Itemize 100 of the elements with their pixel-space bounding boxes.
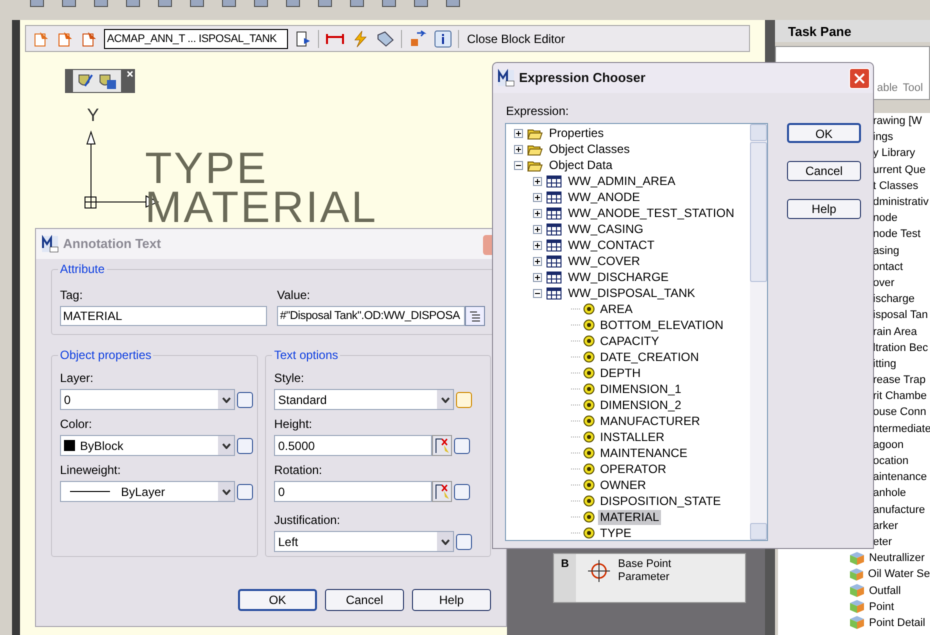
text-field[interactable]: 0 [274, 481, 432, 502]
dropdown[interactable]: ByBlock [60, 435, 235, 456]
caret-icon[interactable] [218, 436, 234, 455]
tree-item[interactable]: Point Detail [869, 616, 926, 630]
scroll-thumb[interactable] [750, 142, 767, 282]
palette-tab[interactable]: B [561, 556, 569, 572]
close-block-editor-button[interactable]: Close Block Editor [465, 30, 568, 48]
expander-icon[interactable] [533, 192, 542, 202]
dropdown[interactable]: Standard [274, 389, 454, 410]
tree-item[interactable]: DISPOSITION_STATE [598, 494, 723, 508]
expander-icon[interactable] [533, 224, 542, 234]
expander-icon[interactable] [533, 240, 542, 250]
close-button[interactable] [849, 68, 870, 89]
toolbar-button[interactable] [62, 0, 76, 7]
dialog-button[interactable]: OK [238, 589, 318, 611]
tree-item[interactable]: anhole [873, 486, 906, 500]
edit-block-icon[interactable] [32, 30, 50, 48]
tree-item[interactable]: isposal Tan [873, 308, 928, 322]
toolbar-button[interactable] [222, 0, 236, 7]
tree-item[interactable]: TYPE [598, 526, 634, 540]
edit-block-icon[interactable] [80, 30, 98, 48]
expander-icon[interactable] [533, 256, 542, 266]
caret-icon[interactable] [437, 532, 454, 551]
toolbar-button[interactable] [254, 0, 268, 7]
tree-item[interactable]: dministrativ [873, 195, 929, 210]
toolbar-button[interactable] [30, 0, 44, 7]
tree-item[interactable]: DIMENSION_2 [598, 398, 684, 412]
tree-item[interactable]: urrent Que [873, 162, 926, 177]
tree-item[interactable]: WW_DISCHARGE [566, 270, 671, 284]
ellipsis-button[interactable] [237, 392, 253, 408]
toolbar-button[interactable] [126, 0, 140, 7]
dropdown[interactable]: ByLayer [60, 481, 235, 502]
tree-item[interactable]: DEPTH [598, 366, 643, 380]
toolbar-button[interactable] [318, 0, 332, 7]
tree-item[interactable]: Neutrallizer [869, 551, 925, 566]
caret-icon[interactable] [218, 390, 234, 409]
ellipsis-button[interactable] [454, 438, 470, 454]
ellipsis-button[interactable] [237, 438, 253, 454]
dialog-button[interactable]: Help [412, 589, 491, 611]
value-field[interactable]: #"Disposal Tank".OD:WW_DISPOSA [277, 306, 465, 326]
dialog-button[interactable]: OK [787, 123, 861, 143]
tree-item[interactable]: agoon [873, 438, 904, 452]
dialog-button[interactable]: Help [787, 199, 861, 219]
toolbar-button[interactable] [350, 0, 364, 7]
tree-item[interactable]: Object Classes [547, 142, 632, 156]
toolbar-tab[interactable]: able [877, 80, 898, 96]
toolbar-button[interactable] [158, 0, 172, 7]
expander-icon[interactable] [533, 208, 542, 218]
block-name-field[interactable]: ACMAP_ANN_T ... ISPOSAL_TANK [104, 28, 288, 48]
dropdown[interactable]: Left [274, 531, 454, 552]
tree-item[interactable]: CAPACITY [598, 334, 662, 348]
expander-icon[interactable] [533, 176, 542, 186]
tree-item[interactable]: AREA [598, 302, 635, 316]
tree-item[interactable]: aintenance [873, 470, 927, 484]
dialog-button[interactable]: Cancel [787, 161, 861, 181]
text-field[interactable]: 0.5000 [274, 435, 432, 456]
expander-icon[interactable] [514, 128, 523, 138]
tree-item[interactable]: Outfall [869, 584, 901, 598]
tree-item[interactable]: ouse Conn [873, 405, 926, 420]
tree-item[interactable]: ltration Bec [873, 340, 928, 355]
expander-icon[interactable] [533, 272, 542, 282]
tag-field[interactable]: MATERIAL [60, 306, 267, 326]
dropdown[interactable]: 0 [60, 389, 235, 410]
expander-icon[interactable] [533, 288, 542, 298]
tree-item[interactable]: BOTTOM_ELEVATION [598, 318, 726, 332]
caret-icon[interactable] [437, 390, 454, 409]
toolbar-button[interactable] [94, 0, 108, 7]
tree-item[interactable]: WW_ANODE_TEST_STATION [566, 206, 736, 220]
tree-item[interactable]: Object Data [547, 158, 614, 172]
tree-item[interactable]: OWNER [598, 478, 648, 492]
tree-item[interactable]: WW_CONTACT [566, 238, 656, 252]
tree-item[interactable]: anufacture [873, 502, 925, 517]
tree-item[interactable]: Oil Water Se [868, 567, 930, 582]
caret-icon[interactable] [218, 482, 234, 501]
tree-item[interactable]: node Test [873, 227, 921, 242]
expander-icon[interactable] [514, 144, 523, 154]
tree-item[interactable]: MATERIAL [598, 510, 662, 524]
toolbar-button[interactable] [446, 0, 460, 7]
toolbar-button[interactable] [382, 0, 396, 7]
tree-item[interactable]: OPERATOR [598, 462, 668, 476]
expander-icon[interactable] [514, 160, 523, 170]
toolbar-tab[interactable]: Tool [902, 80, 923, 96]
tree-item[interactable]: rease Trap [873, 373, 926, 388]
tree-item[interactable]: rain Area [873, 324, 918, 339]
tree-item[interactable]: WW_DISPOSAL_TANK [566, 286, 698, 300]
tree-item[interactable]: asing [873, 244, 900, 258]
tree-item[interactable]: ocation [873, 454, 908, 468]
tree-item[interactable]: rit Chambe [873, 389, 927, 404]
toolbar-button[interactable] [414, 0, 428, 7]
tree-item[interactable]: INSTALLER [598, 430, 666, 444]
tree-item[interactable]: WW_ANODE [566, 190, 642, 204]
edit-block-icon[interactable] [56, 30, 74, 48]
palette-tool[interactable]: Base Point Parameter [618, 558, 690, 584]
tree-item[interactable]: ontact [873, 260, 903, 274]
tree-item[interactable]: node [873, 211, 898, 226]
tree-item[interactable]: arker [873, 518, 898, 533]
tree-item[interactable]: WW_COVER [566, 254, 642, 268]
ellipsis-button[interactable] [454, 484, 470, 500]
tree-item[interactable]: over [873, 276, 894, 290]
tree-item[interactable]: WW_CASING [566, 222, 646, 236]
